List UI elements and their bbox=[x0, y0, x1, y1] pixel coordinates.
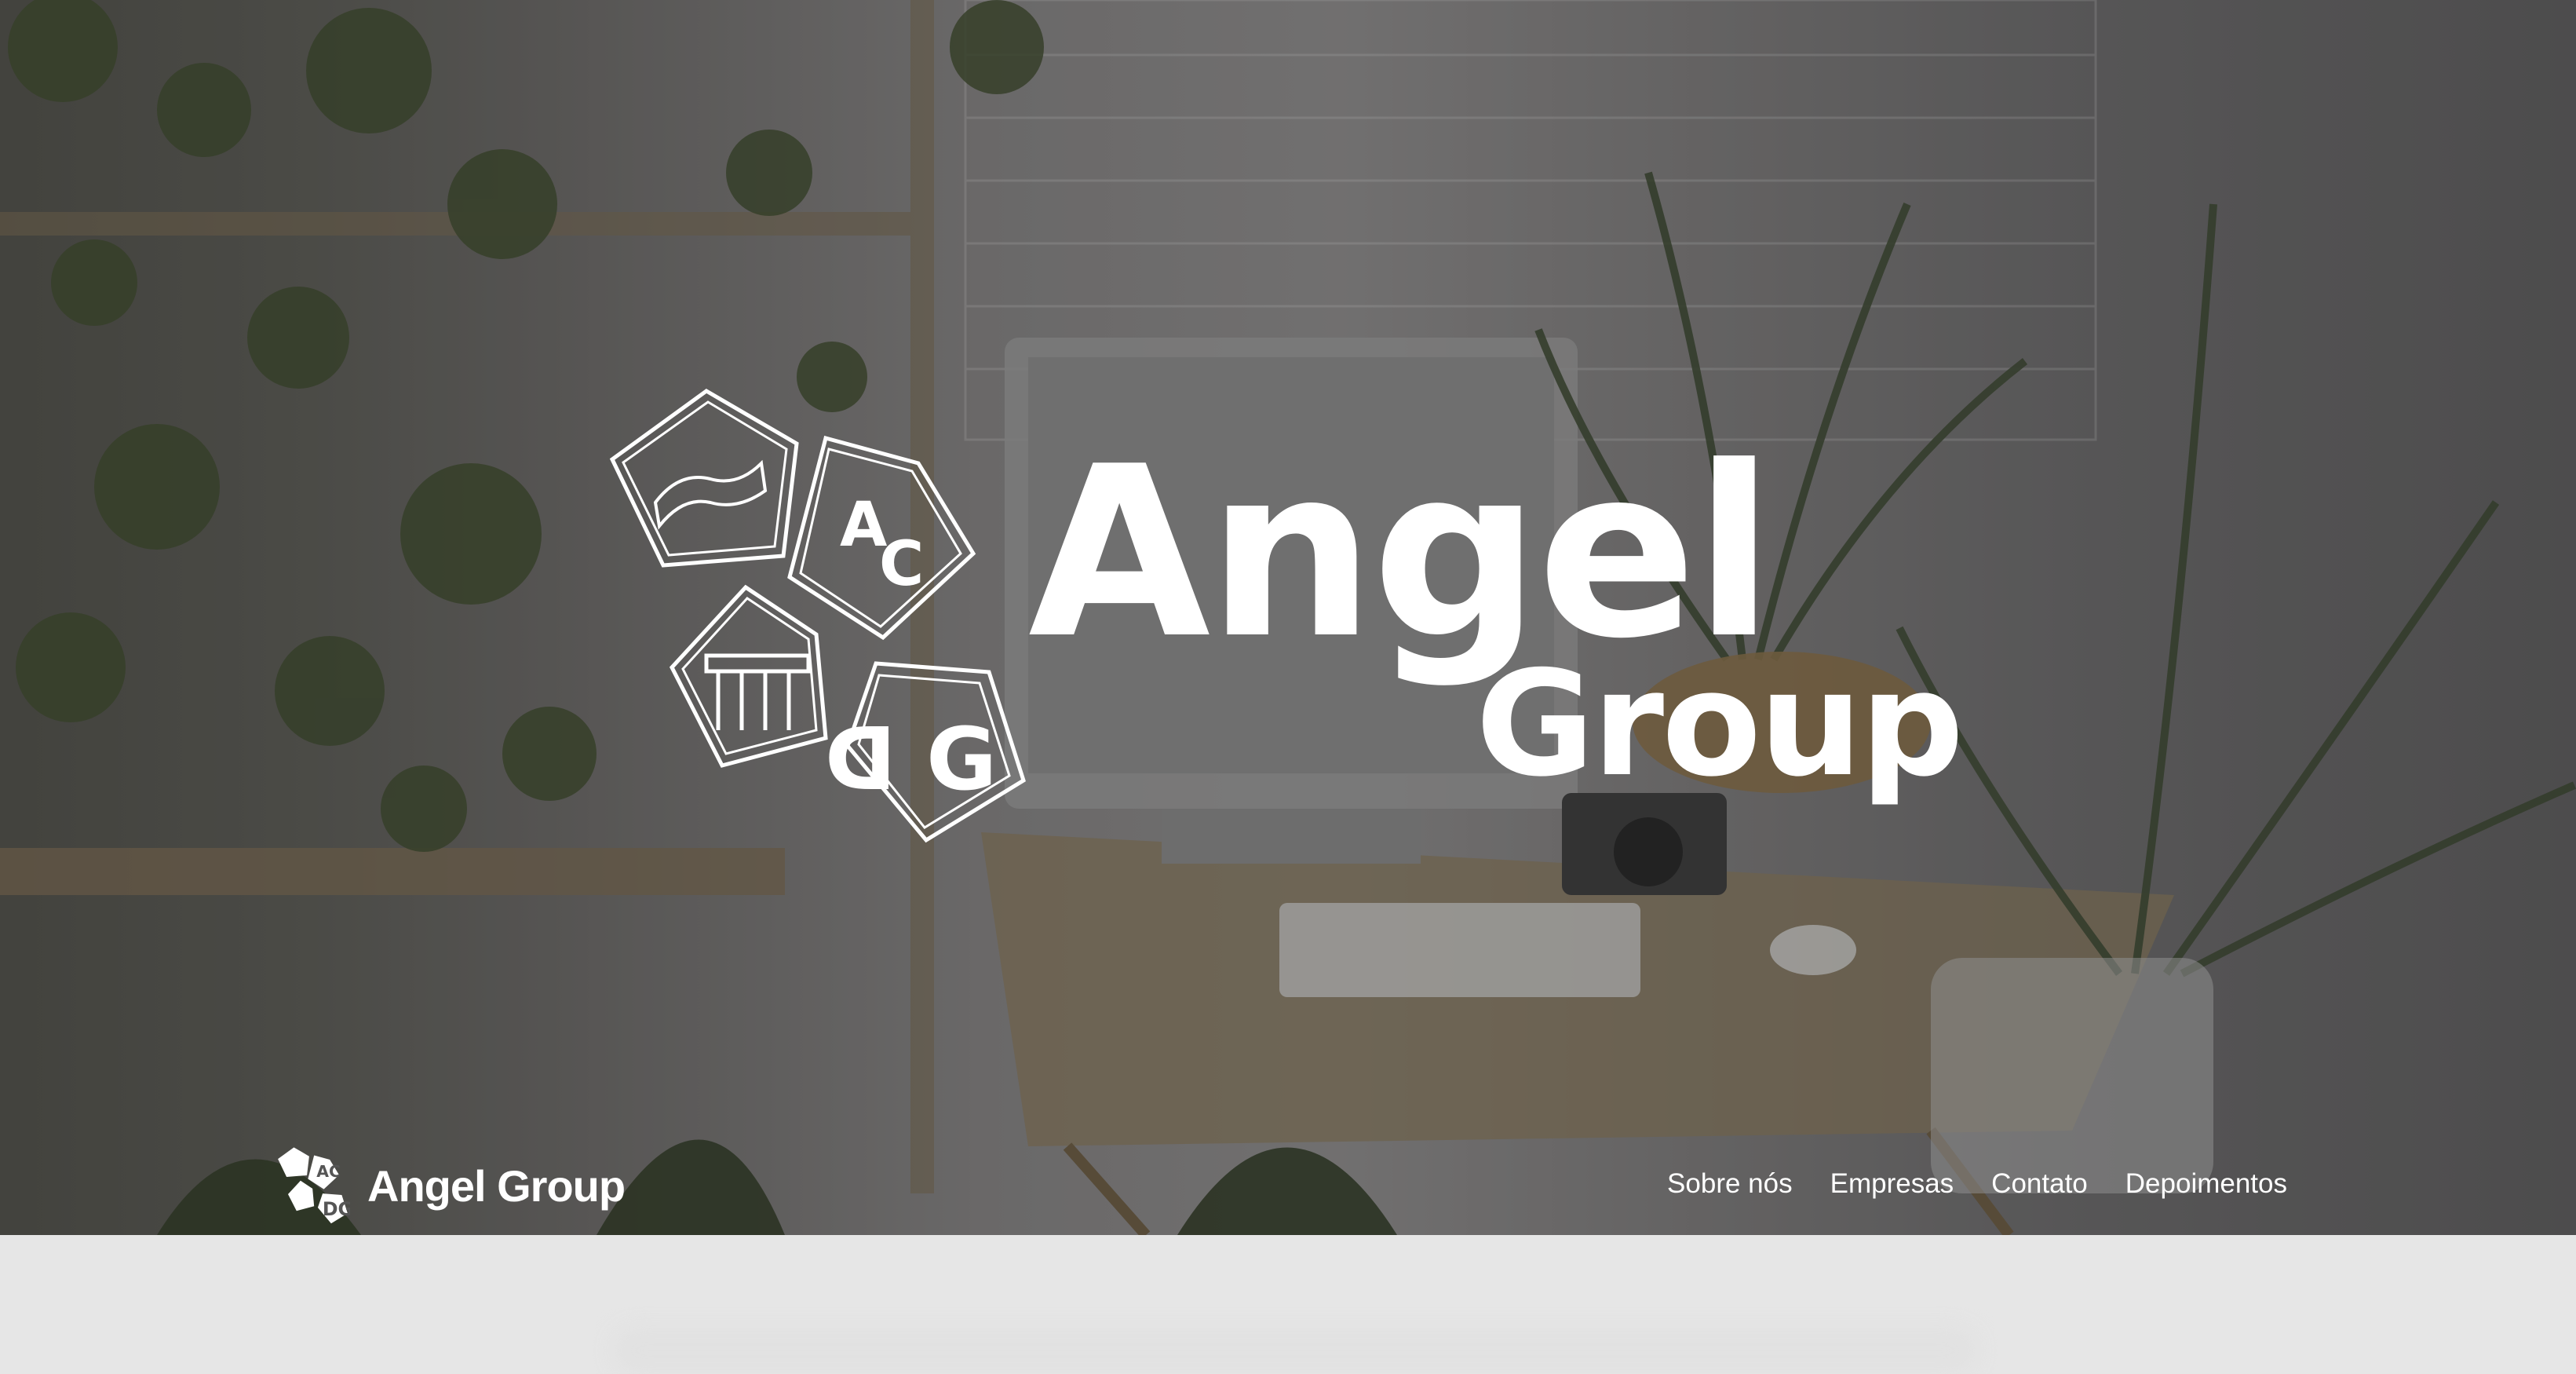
svg-text:G: G bbox=[926, 709, 997, 809]
nav-links: Sobre nós Empresas Contato Depoimentos bbox=[1667, 1168, 2287, 1200]
brand-name: Angel Group bbox=[367, 1160, 626, 1211]
nav-link-empresas[interactable]: Empresas bbox=[1830, 1168, 1954, 1200]
svg-text:C: C bbox=[879, 529, 924, 600]
nav-link-sobre-nos[interactable]: Sobre nós bbox=[1667, 1168, 1793, 1200]
hero-title: Angel bbox=[1028, 416, 1775, 690]
top-navbar: AC DG Angel Group Sobre nós Empresas Con… bbox=[0, 1131, 2576, 1235]
nav-link-contato[interactable]: Contato bbox=[1991, 1168, 2088, 1200]
angel-group-logo-large: A C D G bbox=[609, 389, 1026, 843]
hero-subtitle: Group bbox=[1476, 639, 1964, 809]
brand-home-link[interactable]: AC DG Angel Group bbox=[276, 1146, 626, 1225]
content-card-edge bbox=[612, 1327, 1978, 1374]
angel-group-logo-icon: AC DG bbox=[278, 1147, 350, 1224]
svg-text:AC: AC bbox=[316, 1162, 341, 1181]
svg-text:DG: DG bbox=[323, 1198, 350, 1220]
hero-banner: A C D G Angel Group AC DG Angel Group bbox=[0, 0, 2576, 1235]
svg-text:D: D bbox=[825, 709, 896, 809]
nav-link-depoimentos[interactable]: Depoimentos bbox=[2125, 1168, 2287, 1200]
